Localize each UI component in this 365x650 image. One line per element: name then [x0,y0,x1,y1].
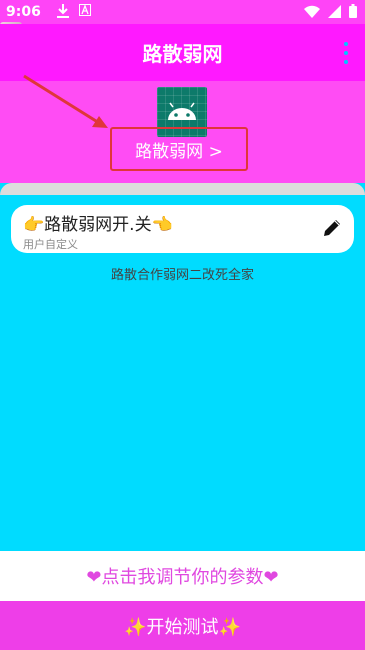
params-label: ❤点击我调节你的参数❤ [86,567,279,588]
start-test-button[interactable]: ✨开始测试✨ [0,601,365,650]
adjust-params-button[interactable]: ❤点击我调节你的参数❤ [0,551,365,601]
app-header: 路散弱网 > [0,81,365,183]
download-icon [56,3,69,21]
wifi-icon [304,5,320,22]
card-title: 👉路散弱网开.关👈 [23,215,173,235]
notification-icons [56,3,91,21]
status-time: 9:06 [6,4,41,20]
app-name-link[interactable]: 路散弱网 > [110,127,248,171]
system-icons [304,4,357,22]
card-subtitle: 用户自定义 [23,238,78,251]
page-title: 路散弱网 [142,42,223,66]
app-name-label: 路散弱网 > [135,141,223,162]
signal-icon [328,4,341,22]
more-vert-icon[interactable] [341,42,351,64]
switch-card[interactable]: 👉路散弱网开.关👈 用户自定义 [11,205,354,253]
battery-icon [349,4,357,22]
app-bar: 路散弱网 [0,24,365,81]
edit-pencil-icon[interactable] [322,218,342,242]
sheet-edge [0,183,365,195]
font-icon [78,3,91,21]
status-bar: 9:06 [0,0,365,24]
start-label: ✨开始测试✨ [124,616,241,638]
credit-text: 路散合作弱网二改死全家 [110,268,254,283]
